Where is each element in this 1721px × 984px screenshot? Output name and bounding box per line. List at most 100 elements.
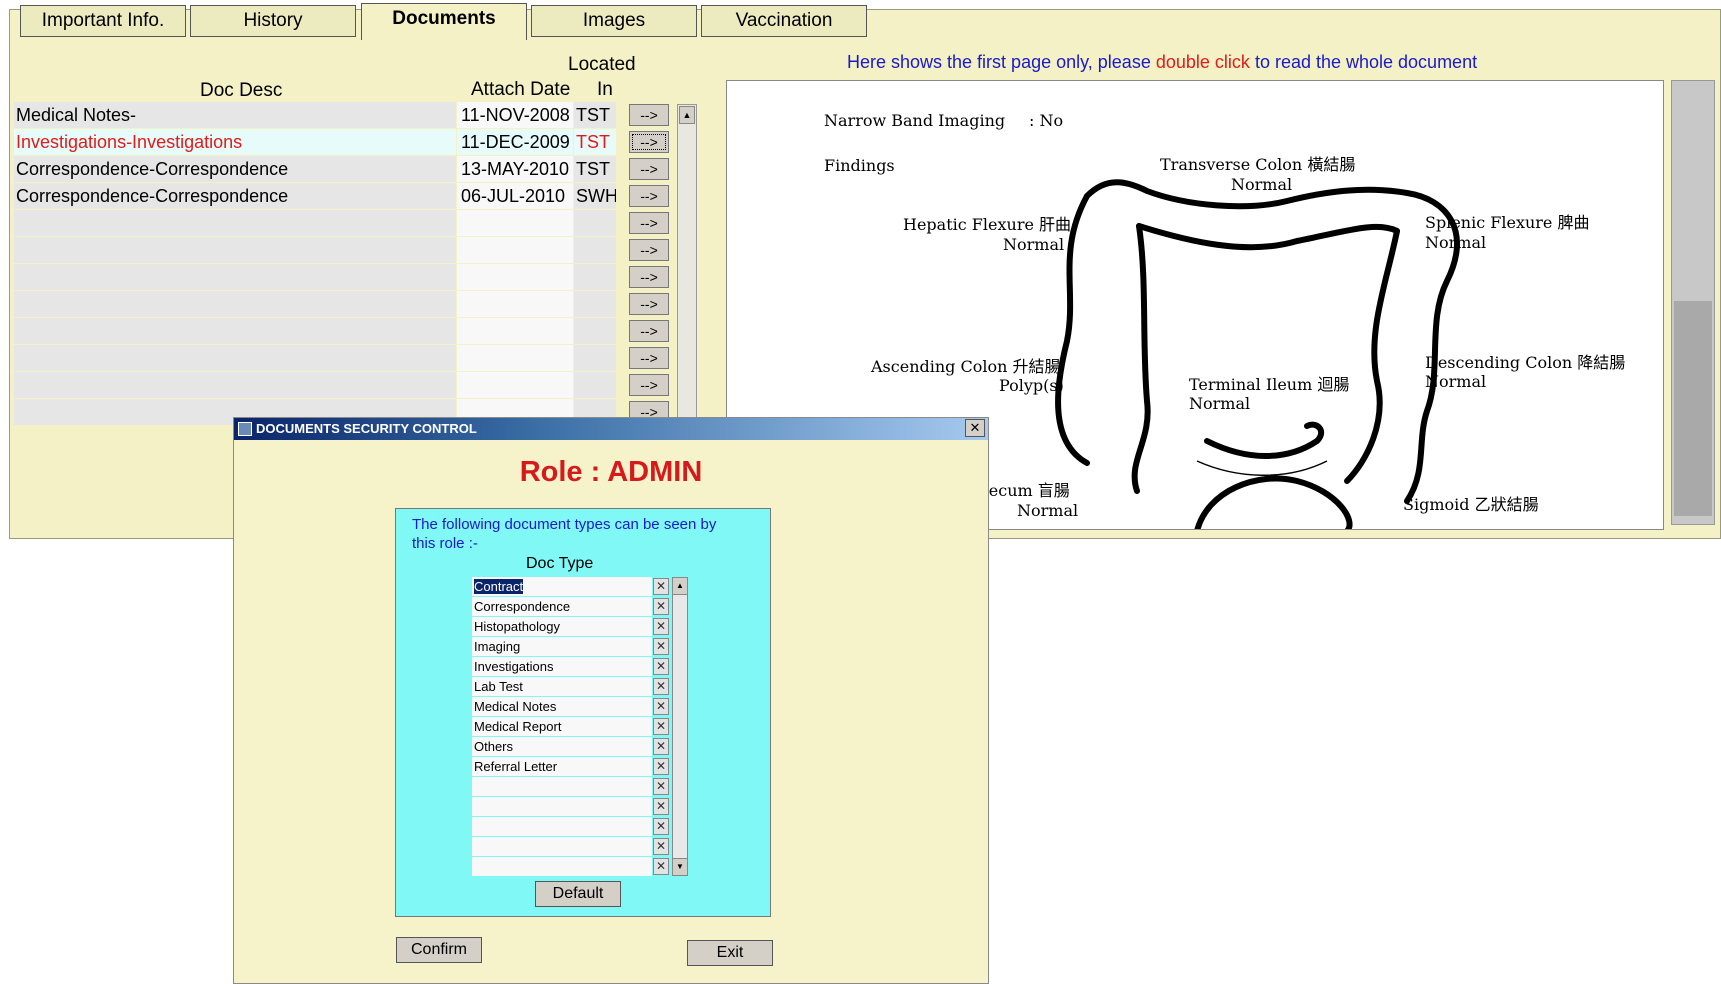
open-document-button[interactable]: --> [629, 347, 669, 369]
doc-type-name[interactable]: Investigations [472, 657, 652, 676]
doc-type-row[interactable]: Medical Report ✕ [472, 717, 682, 736]
doc-date [457, 318, 573, 344]
doc-type-row[interactable]: Medical Notes ✕ [472, 697, 682, 716]
open-document-button[interactable]: --> [629, 185, 669, 207]
remove-icon[interactable]: ✕ [653, 778, 669, 795]
open-document-button[interactable]: --> [629, 266, 669, 288]
doc-location: TST [574, 129, 616, 155]
open-document-button[interactable]: --> [629, 212, 669, 234]
doc-type-row[interactable]: Imaging ✕ [472, 637, 682, 656]
preview-scrollbar[interactable] [1671, 80, 1715, 525]
doc-desc [14, 318, 456, 344]
tab-vaccination[interactable]: Vaccination [701, 5, 867, 37]
open-document-button[interactable]: --> [629, 293, 669, 315]
doc-type-name[interactable]: Medical Notes [472, 697, 652, 716]
remove-icon[interactable]: ✕ [653, 578, 669, 595]
sigmoid-label: Sigmoid 乙狀結腸 [1403, 495, 1539, 514]
tab-images[interactable]: Images [531, 5, 697, 37]
doc-type-name[interactable]: Imaging [472, 637, 652, 656]
ascending-colon-status: Polyp(s) [999, 376, 1064, 395]
dialog-title: DOCUMENTS SECURITY CONTROL [256, 421, 477, 436]
remove-icon[interactable]: ✕ [653, 698, 669, 715]
remove-icon[interactable]: ✕ [653, 658, 669, 675]
double-click-hint: double click [1155, 52, 1250, 72]
default-button[interactable]: Default [535, 881, 621, 907]
doc-type-intro: The following document types can be seen… [412, 516, 717, 552]
doc-location: TST [574, 102, 616, 128]
preview-scroll-thumb[interactable] [1674, 301, 1712, 516]
exit-button[interactable]: Exit [687, 940, 773, 966]
dialog-titlebar[interactable]: DOCUMENTS SECURITY CONTROL [234, 418, 988, 440]
close-icon[interactable]: ✕ [965, 419, 985, 437]
doc-type-row[interactable]: ✕ [472, 797, 682, 816]
doc-type-row[interactable]: ✕ [472, 857, 682, 876]
scroll-down-icon[interactable]: ▼ [673, 858, 687, 875]
doc-type-name[interactable] [472, 797, 652, 816]
remove-icon[interactable]: ✕ [653, 738, 669, 755]
open-document-button[interactable]: --> [629, 374, 669, 396]
remove-icon[interactable]: ✕ [653, 638, 669, 655]
doc-type-row[interactable]: Investigations ✕ [472, 657, 682, 676]
doc-type-scrollbar[interactable]: ▲ ▼ [672, 577, 688, 876]
doc-type-row[interactable]: Histopathology ✕ [472, 617, 682, 636]
doc-date: 13-MAY-2010 [457, 156, 573, 182]
doc-date [457, 237, 573, 263]
remove-icon[interactable]: ✕ [653, 858, 669, 875]
doc-location [574, 210, 616, 236]
doc-desc: Medical Notes- [14, 102, 456, 128]
tab-history[interactable]: History [190, 5, 356, 37]
remove-icon[interactable]: ✕ [653, 718, 669, 735]
doc-type-name[interactable] [472, 777, 652, 796]
doc-type-row[interactable]: ✕ [472, 777, 682, 796]
scroll-up-icon[interactable]: ▲ [673, 578, 687, 595]
doc-type-row[interactable]: Contract ✕ [472, 577, 682, 596]
remove-icon[interactable]: ✕ [653, 598, 669, 615]
header-located: Located [568, 54, 636, 75]
scroll-up-icon[interactable]: ▲ [679, 106, 695, 124]
doc-type-row[interactable]: ✕ [472, 817, 682, 836]
doc-type-name[interactable] [472, 857, 652, 876]
doc-type-name[interactable]: Lab Test [472, 677, 652, 696]
open-document-button[interactable]: --> [629, 158, 669, 180]
doc-type-name[interactable] [472, 837, 652, 856]
doc-type-name[interactable]: Histopathology [472, 617, 652, 636]
doc-location [574, 291, 616, 317]
doc-type-name[interactable]: Correspondence [472, 597, 652, 616]
doc-type-row[interactable]: Referral Letter ✕ [472, 757, 682, 776]
doc-desc [14, 264, 456, 290]
doc-desc [14, 237, 456, 263]
doc-type-row[interactable]: ✕ [472, 837, 682, 856]
open-document-button[interactable]: --> [629, 104, 669, 126]
terminal-ileum-label: Terminal Ileum 迴腸 [1189, 375, 1350, 394]
remove-icon[interactable]: ✕ [653, 618, 669, 635]
caecum-status: Normal [1017, 501, 1079, 520]
transverse-colon-label: Transverse Colon 橫結腸 [1160, 155, 1356, 174]
doc-type-row[interactable]: Others ✕ [472, 737, 682, 756]
confirm-button[interactable]: Confirm [396, 937, 482, 963]
open-document-button[interactable]: --> [629, 131, 669, 153]
doc-location [574, 372, 616, 398]
hepatic-flexure-status: Normal [1003, 235, 1065, 254]
remove-icon[interactable]: ✕ [653, 818, 669, 835]
doc-type-row[interactable]: Lab Test ✕ [472, 677, 682, 696]
doc-type-name[interactable]: Others [472, 737, 652, 756]
descending-colon-status: Normal [1425, 372, 1487, 391]
doc-location: SWH [574, 183, 616, 209]
doc-type-name[interactable]: Referral Letter [472, 757, 652, 776]
nbi-label: Narrow Band Imaging [824, 111, 1006, 130]
remove-icon[interactable]: ✕ [653, 758, 669, 775]
doc-type-name[interactable] [472, 817, 652, 836]
remove-icon[interactable]: ✕ [653, 798, 669, 815]
tab-important-info[interactable]: Important Info. [20, 5, 186, 37]
remove-icon[interactable]: ✕ [653, 838, 669, 855]
remove-icon[interactable]: ✕ [653, 678, 669, 695]
doc-desc: Correspondence-Correspondence [14, 183, 456, 209]
doc-type-row[interactable]: Correspondence ✕ [472, 597, 682, 616]
doc-desc [14, 291, 456, 317]
open-document-button[interactable]: --> [629, 239, 669, 261]
doc-type-name[interactable]: Medical Report [472, 717, 652, 736]
doc-type-name[interactable]: Contract [472, 577, 652, 596]
doc-date: 06-JUL-2010 [457, 183, 573, 209]
open-document-button[interactable]: --> [629, 320, 669, 342]
tab-documents[interactable]: Documents [361, 3, 527, 40]
